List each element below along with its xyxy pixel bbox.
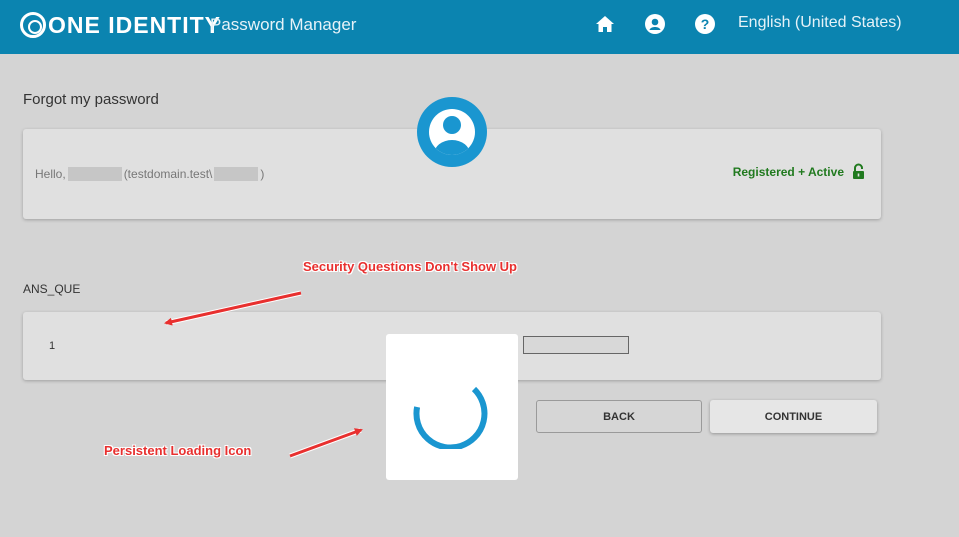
annotation-arrow	[164, 291, 302, 326]
annotation-loading: Persistent Loading Icon	[104, 443, 252, 458]
annotation-questions-missing: Security Questions Don't Show Up	[303, 259, 517, 274]
annotation-arrow	[289, 428, 363, 458]
